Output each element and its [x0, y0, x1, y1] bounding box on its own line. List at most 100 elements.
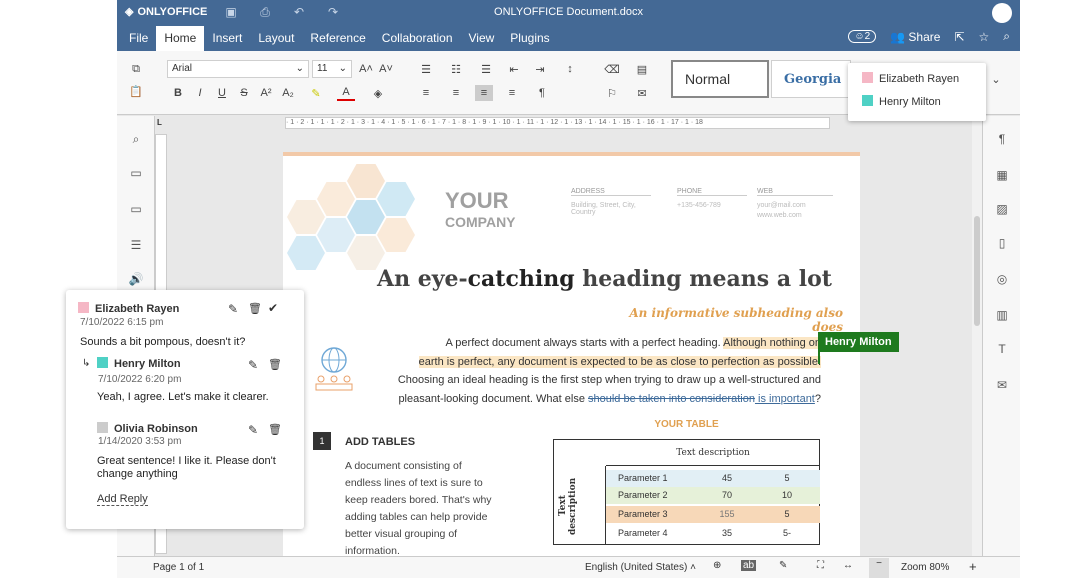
table-row: Parameter 1 45 5 — [606, 470, 820, 487]
tab-home[interactable]: Home — [156, 26, 205, 51]
web-site: www.web.com — [757, 212, 802, 219]
paste-icon[interactable]: 📋 — [127, 83, 145, 99]
font-size-select[interactable]: 11 ⌄ — [312, 60, 352, 78]
spellcheck-icon[interactable]: ab — [741, 560, 757, 571]
paragraph-marks-icon[interactable]: ¶ — [533, 85, 551, 101]
resolve-check-icon[interactable]: ✔ — [268, 301, 278, 315]
decrease-indent-icon[interactable]: ⇤ — [505, 61, 523, 77]
favorite-icon[interactable]: ☆ — [979, 30, 990, 44]
edit-icon[interactable]: ✎ — [228, 302, 238, 316]
shape-settings-icon[interactable]: ◎ — [992, 272, 1012, 288]
paragraph-settings-icon[interactable]: ¶ — [992, 132, 1012, 148]
header-footer-icon[interactable]: ▯ — [992, 236, 1012, 252]
edit-icon[interactable]: ✎ — [248, 358, 258, 372]
subscript-icon[interactable]: A₂ — [279, 85, 297, 101]
mail-merge-icon[interactable]: ✉ — [633, 85, 651, 101]
align-left-icon[interactable]: ≡ — [417, 85, 435, 101]
comments-popup: Elizabeth Rayen 7/10/2022 6:15 pm ✎ 🗑 ✔ … — [66, 290, 304, 529]
style-georgia[interactable]: Georgia — [771, 60, 851, 98]
zoom-out-button[interactable]: − — [869, 558, 889, 578]
tab-view[interactable]: View — [461, 26, 503, 51]
highlight-icon[interactable]: ✎ — [307, 85, 325, 101]
align-right-icon[interactable]: ≡ — [475, 85, 493, 101]
chart-settings-icon[interactable]: ▥ — [992, 308, 1012, 324]
superscript-icon[interactable]: A² — [257, 85, 275, 101]
data-table[interactable]: Text description Text description Parame… — [553, 439, 820, 545]
table-side-label: Text description — [558, 477, 578, 535]
copy-style-icon[interactable]: ⚐ — [603, 85, 621, 101]
title-bar: ◈ ONLYOFFICE ▣ ⎙ ↶ ↷ ONLYOFFICE Document.… — [117, 0, 1020, 26]
font-name-select[interactable]: Arial ⌄ — [167, 60, 309, 78]
decrease-font-icon[interactable]: A˅ — [377, 61, 395, 77]
clear-style-icon[interactable]: ⌫ — [603, 61, 621, 77]
fit-width-icon[interactable]: ↔ — [843, 560, 853, 571]
user-color — [97, 422, 108, 433]
line-spacing-icon[interactable]: ↕ — [561, 61, 579, 77]
multilevel-list-icon[interactable]: ☰ — [477, 61, 495, 77]
add-tables-heading: ADD TABLES — [345, 436, 416, 448]
tab-layout[interactable]: Layout — [250, 26, 302, 51]
styles-expand-icon[interactable]: ⌄ — [987, 71, 1005, 87]
users-count-button[interactable]: ☺2 — [848, 30, 877, 43]
collaborator-cursor-label: Henry Milton — [818, 332, 899, 352]
delete-icon[interactable]: 🗑 — [248, 302, 262, 315]
text-art-icon[interactable]: T — [992, 342, 1012, 358]
justify-icon[interactable]: ≡ — [503, 85, 521, 101]
tab-stop-icon[interactable]: L — [157, 118, 167, 128]
phone-header: PHONE — [677, 188, 747, 196]
image-settings-icon[interactable]: ▨ — [992, 202, 1012, 218]
font-color-icon[interactable]: A — [337, 85, 355, 101]
underline-icon[interactable]: U — [213, 85, 231, 101]
navigation-icon[interactable]: ☰ — [126, 238, 146, 254]
strikethrough-icon[interactable]: S — [235, 85, 253, 101]
tab-reference[interactable]: Reference — [302, 26, 373, 51]
comment-author: Elizabeth Rayen — [78, 301, 179, 315]
chevron-down-icon: ⌄ — [295, 63, 304, 74]
increase-font-icon[interactable]: A˄ — [357, 61, 375, 77]
fit-page-icon[interactable]: ⛶ — [817, 560, 824, 571]
comments-icon[interactable]: ▭ — [126, 166, 146, 182]
user-avatar-icon[interactable] — [992, 3, 1012, 23]
search-icon[interactable]: ⌕ — [1003, 29, 1010, 44]
tab-insert[interactable]: Insert — [204, 26, 250, 51]
zoom-in-button[interactable]: + — [969, 559, 977, 574]
speaker-icon[interactable]: 🔊 — [126, 272, 146, 288]
delete-icon[interactable]: 🗑 — [268, 423, 282, 436]
document-page[interactable]: YOUR COMPANY ADDRESS Building, Street, C… — [283, 152, 860, 556]
bold-icon[interactable]: B — [169, 85, 187, 101]
bullets-icon[interactable]: ☰ — [417, 61, 435, 77]
language-select[interactable]: English (United States) ˄ — [585, 562, 696, 573]
menu-bar: File Home Insert Layout Reference Collab… — [117, 26, 1020, 51]
phone-value: +135-456-789 — [677, 202, 721, 209]
chat-icon[interactable]: ▭ — [126, 202, 146, 218]
document-title: ONLYOFFICE Document.docx — [494, 6, 643, 18]
vertical-scrollbar[interactable] — [972, 116, 982, 556]
edit-icon[interactable]: ✎ — [248, 423, 258, 437]
copy-icon[interactable]: ⧉ — [127, 61, 145, 77]
style-normal[interactable]: Normal — [671, 60, 769, 98]
fill-color-icon[interactable]: ▤ — [633, 61, 651, 77]
search-icon[interactable]: ⌕ — [126, 132, 146, 148]
globe-icon[interactable]: ⊕ — [713, 560, 721, 571]
increase-indent-icon[interactable]: ⇥ — [531, 61, 549, 77]
reply-arrow-icon: ↳ — [82, 358, 91, 369]
align-center-icon[interactable]: ≡ — [447, 85, 465, 101]
add-reply-link[interactable]: Add Reply — [97, 493, 148, 506]
tab-plugins[interactable]: Plugins — [502, 26, 557, 51]
delete-icon[interactable]: 🗑 — [268, 358, 282, 371]
comment-date: 7/10/2022 6:15 pm — [80, 317, 164, 328]
table-settings-icon[interactable]: ▦ — [992, 168, 1012, 184]
reply-text: Yeah, I agree. Let's make it clearer. — [97, 391, 269, 403]
share-button[interactable]: 👥 Share — [890, 30, 940, 44]
collaborator-cursor — [818, 334, 820, 364]
main-heading: An eye-catching heading means a lot — [377, 266, 832, 292]
track-changes-icon[interactable]: ✎ — [779, 560, 787, 571]
open-location-icon[interactable]: ⇱ — [954, 30, 964, 44]
mail-merge-icon[interactable]: ✉ — [992, 378, 1012, 394]
tab-collaboration[interactable]: Collaboration — [374, 26, 461, 51]
user-color — [78, 302, 89, 313]
shading-icon[interactable]: ◈ — [369, 85, 387, 101]
tab-file[interactable]: File — [121, 26, 156, 51]
italic-icon[interactable]: I — [191, 85, 209, 101]
numbering-icon[interactable]: ☷ — [447, 61, 465, 77]
